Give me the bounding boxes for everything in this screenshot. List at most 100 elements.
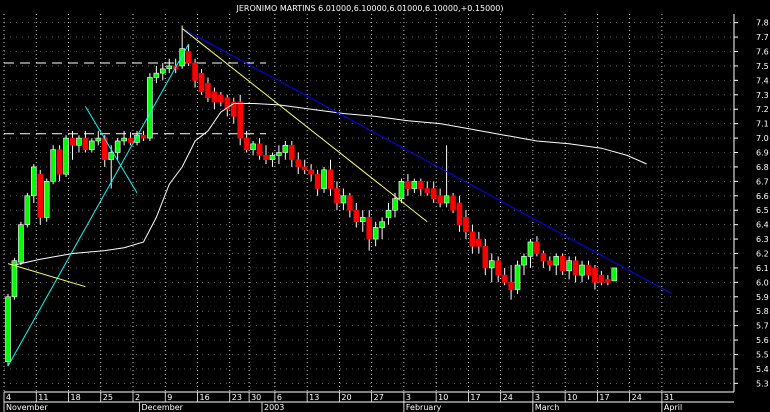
candle-body-83 — [540, 253, 547, 262]
x-tick-label-10: 13 — [309, 393, 319, 402]
candle-body-74 — [482, 245, 489, 269]
y-tick-label-12: 6.6 — [756, 192, 769, 201]
y-tick-label-4: 7.4 — [756, 76, 769, 85]
y-tick-label-13: 6.5 — [756, 206, 769, 215]
candle-body-75 — [488, 260, 495, 269]
y-tick-label-16: 6.2 — [756, 249, 769, 258]
x-tick-label-14: 10 — [438, 393, 448, 402]
candle-body-5 — [37, 173, 44, 218]
y-tick-label-24: 5.4 — [756, 365, 769, 374]
candle-body-90 — [585, 264, 592, 276]
y-tick-label-8: 7.0 — [756, 134, 769, 143]
x-month-label-3: February — [406, 403, 442, 412]
y-tick-label-3: 7.5 — [756, 62, 769, 71]
chart-title: JERONIMO MARTINS 6.01000,6.10000,6.01000… — [236, 4, 504, 13]
candle-body-89 — [579, 264, 585, 276]
y-tick-label-1: 7.7 — [756, 33, 769, 42]
candle-body-73 — [476, 238, 482, 247]
candle-body-10 — [69, 137, 76, 146]
candle-body-81 — [527, 241, 534, 257]
candle-body-79 — [514, 264, 521, 290]
candle-body-7 — [50, 149, 56, 182]
x-tick-label-9: 6 — [277, 393, 282, 402]
candle-body-18 — [121, 137, 127, 142]
candle-body-63 — [411, 181, 418, 189]
candle-body-58 — [379, 221, 385, 228]
candle-body-13 — [89, 140, 95, 150]
y-tick-label-11: 6.7 — [756, 177, 769, 186]
candle-body-0 — [5, 296, 11, 363]
candle-body-51 — [334, 188, 340, 204]
candle-body-91 — [592, 267, 598, 283]
candle-body-53 — [347, 195, 353, 211]
candle-body-36 — [237, 101, 243, 139]
x-tick-label-16: 24 — [503, 393, 513, 402]
candle-body-62 — [405, 181, 411, 189]
candle-body-23 — [153, 72, 160, 78]
y-tick-label-19: 5.9 — [756, 293, 769, 302]
y-tick-label-9: 6.9 — [756, 149, 769, 158]
x-tick-label-12: 27 — [374, 393, 384, 402]
candle-body-29 — [192, 62, 198, 81]
candle-36 — [237, 94, 243, 146]
candle-body-60 — [392, 198, 398, 211]
y-tick-label-20: 5.8 — [756, 307, 769, 316]
candle-body-43 — [282, 144, 289, 153]
y-tick-label-5: 7.3 — [756, 91, 769, 100]
candle-body-70 — [456, 202, 463, 225]
candle-body-68 — [443, 195, 450, 204]
candle-body-41 — [269, 155, 276, 161]
y-tick-label-17: 6.1 — [756, 264, 769, 273]
x-month-label-1: December — [141, 403, 183, 412]
candle-body-17 — [114, 140, 121, 153]
x-tick-label-3: 25 — [103, 393, 113, 402]
candle-3 — [24, 192, 31, 228]
candle-body-66 — [430, 188, 437, 199]
candle-body-6 — [43, 181, 50, 218]
candle-body-88 — [572, 260, 579, 276]
candle-body-56 — [366, 217, 373, 240]
candle-body-45 — [295, 159, 302, 168]
candle-body-69 — [450, 195, 456, 211]
x-tick-label-15: 17 — [470, 393, 480, 402]
candle-body-11 — [76, 137, 82, 146]
candle-body-59 — [385, 209, 392, 218]
candle-body-57 — [372, 227, 379, 240]
candle-body-52 — [340, 195, 347, 204]
candle-body-48 — [314, 173, 321, 189]
candle-body-54 — [353, 209, 360, 223]
y-tick-label-10: 6.8 — [756, 163, 769, 172]
candle-body-47 — [308, 169, 314, 175]
candle-body-9 — [63, 137, 69, 175]
y-tick-label-25: 5.3 — [756, 379, 769, 388]
candle-body-94 — [611, 267, 618, 282]
candle-6 — [43, 178, 50, 222]
candle-body-67 — [437, 195, 443, 204]
x-tick-label-0: 4 — [6, 393, 11, 402]
x-tick-label-20: 24 — [632, 393, 642, 402]
y-tick-label-6: 7.2 — [756, 105, 769, 114]
candle-body-3 — [24, 195, 31, 225]
x-tick-label-11: 20 — [341, 393, 351, 402]
candle-body-86 — [559, 256, 566, 272]
x-tick-label-17: 3 — [535, 393, 540, 402]
candle-body-44 — [288, 144, 295, 161]
candle-body-93 — [605, 279, 611, 283]
candle-body-33 — [218, 94, 224, 103]
x-month-label-4: March — [535, 403, 559, 412]
candle-body-24 — [160, 68, 166, 74]
x-tick-label-19: 17 — [599, 393, 609, 402]
y-tick-label-7: 7.1 — [756, 120, 769, 129]
candle-body-50 — [327, 169, 334, 189]
candle-body-14 — [95, 137, 102, 142]
candle-body-32 — [211, 91, 218, 103]
y-tick-label-21: 5.7 — [756, 322, 769, 331]
x-tick-label-7: 23 — [232, 393, 242, 402]
candle-body-31 — [205, 82, 211, 98]
candle-69 — [450, 192, 456, 214]
candle-body-25 — [166, 65, 173, 70]
candle-body-55 — [359, 217, 366, 223]
x-tick-label-13: 3 — [406, 393, 411, 402]
candle-body-82 — [534, 241, 540, 254]
x-tick-label-4: 2 — [135, 393, 140, 402]
